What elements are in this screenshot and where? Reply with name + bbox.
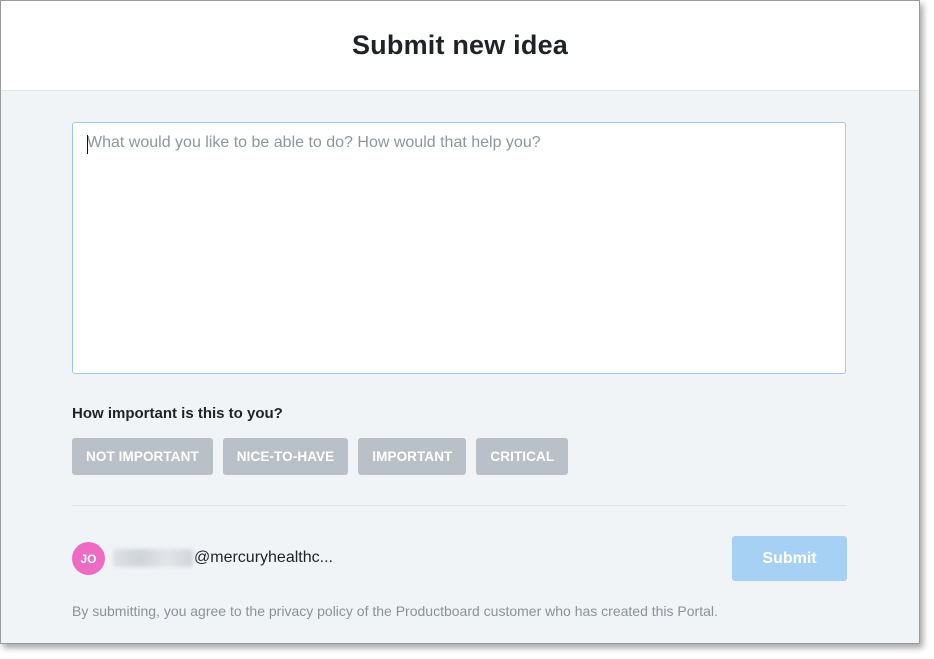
idea-description-input[interactable] — [73, 123, 845, 373]
modal-header: Submit new idea — [1, 1, 919, 91]
text-caret — [87, 135, 88, 154]
email-domain: @mercuryhealthc... — [194, 549, 333, 566]
avatar-initials: JO — [80, 551, 97, 566]
importance-important-button[interactable]: IMPORTANT — [358, 438, 467, 475]
privacy-disclaimer: By submitting, you agree to the privacy … — [72, 603, 718, 619]
importance-options: NOT IMPORTANT NICE-TO-HAVE IMPORTANT CRI… — [72, 438, 569, 475]
user-email: @mercuryhealthc... — [113, 549, 333, 567]
importance-not-important-button[interactable]: NOT IMPORTANT — [72, 438, 213, 475]
redacted-email-username — [113, 549, 193, 567]
submit-idea-modal: Submit new idea How important is this to… — [0, 0, 920, 644]
divider — [72, 505, 847, 506]
importance-critical-button[interactable]: CRITICAL — [476, 438, 569, 475]
importance-nice-to-have-button[interactable]: NICE-TO-HAVE — [222, 438, 349, 475]
submit-button[interactable]: Submit — [732, 536, 847, 581]
user-avatar: JO — [72, 542, 105, 575]
modal-title: Submit new idea — [351, 30, 569, 60]
idea-textarea-container — [72, 122, 846, 374]
importance-label: How important is this to you? — [72, 405, 283, 422]
